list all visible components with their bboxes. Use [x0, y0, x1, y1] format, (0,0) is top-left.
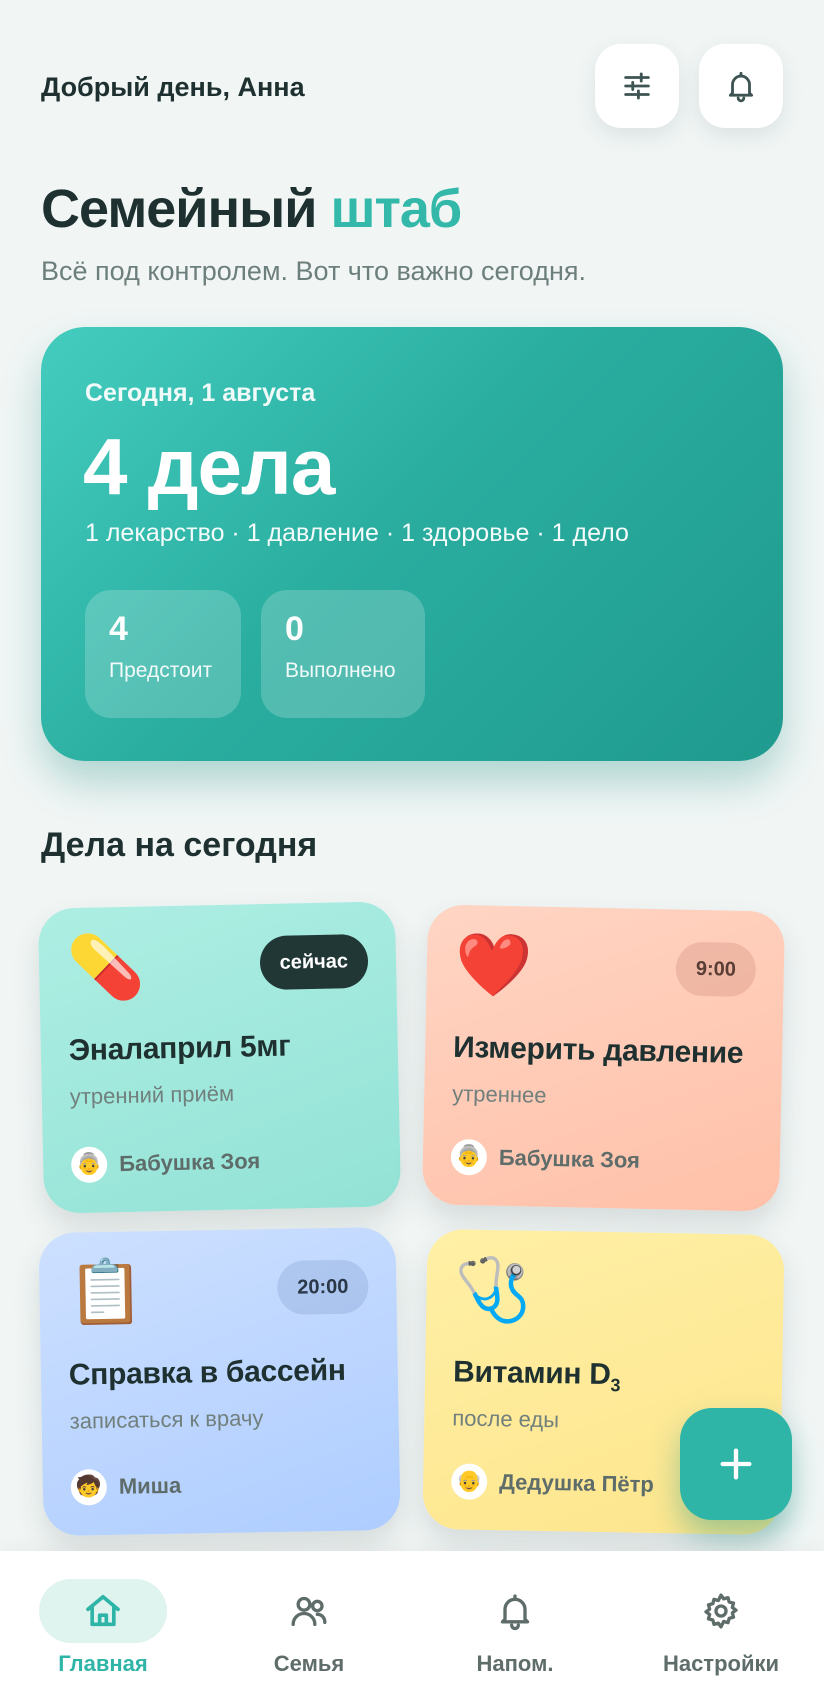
family-icon — [291, 1596, 327, 1626]
task-title: Эналаприл 5мг — [68, 1029, 291, 1068]
stat-done[interactable]: 0 Выполнено — [261, 590, 425, 718]
avatar: 👵 — [70, 1146, 108, 1184]
title-main: Семейный — [41, 179, 317, 239]
nav-label: Семья — [273, 1651, 345, 1676]
stat-label: Выполнено — [285, 659, 396, 682]
nav-label: Настройки — [662, 1651, 780, 1676]
task-title: Витамин D3 — [453, 1355, 621, 1396]
clipboard-icon: 📋 — [66, 1257, 146, 1328]
task-member: 👴 Дедушка Пётр — [450, 1463, 655, 1503]
nav-item-family[interactable]: Семья — [206, 1551, 412, 1688]
time-badge: 9:00 — [675, 941, 757, 998]
today-summary-card[interactable]: Сегодня, 1 августа 4 дела 1 лекарство · … — [41, 327, 783, 761]
task-subtitle: записаться к врачу — [69, 1405, 264, 1434]
nav-item-reminders[interactable]: Напом. — [412, 1551, 618, 1688]
task-title-text: Витамин D — [452, 1355, 611, 1392]
notifications-button[interactable] — [699, 44, 783, 128]
stat-upcoming[interactable]: 4 Предстоит — [85, 590, 241, 718]
nav-item-settings[interactable]: Настройки — [618, 1551, 824, 1688]
stat-value: 4 — [109, 610, 128, 648]
heart-icon: ❤️ — [454, 930, 533, 1002]
task-card[interactable]: ❤️ 9:00 Измерить давление утреннее 👵 Баб… — [421, 904, 786, 1212]
nav-icon-container — [451, 1579, 579, 1643]
nav-item-home[interactable]: Главная — [0, 1551, 206, 1688]
avatar: 👴 — [450, 1463, 488, 1500]
task-subtitle: утреннее — [451, 1080, 547, 1108]
greeting: Добрый день, Анна — [41, 72, 305, 102]
plus-icon — [720, 1448, 752, 1480]
summary-date: Сегодня, 1 августа — [85, 379, 316, 407]
bottom-nav: Главная Семья Напом. Настройки — [0, 1551, 824, 1688]
task-title: Измерить давление — [452, 1030, 744, 1070]
time-badge: сейчас — [259, 933, 369, 991]
task-subtitle: после еды — [452, 1405, 560, 1433]
member-name: Дедушка Пётр — [499, 1469, 655, 1497]
section-title: Дела на сегодня — [41, 826, 318, 864]
stethoscope-icon: 🩺 — [453, 1255, 533, 1326]
summary-breakdown: 1 лекарство · 1 давление · 1 здоровье · … — [85, 519, 629, 547]
nav-label: Главная — [58, 1651, 148, 1676]
nav-icon-container — [245, 1579, 373, 1643]
sliders-icon — [624, 72, 650, 100]
bell-icon — [728, 71, 754, 103]
avatar: 🧒 — [70, 1468, 108, 1506]
top-bar: Добрый день, Анна — [41, 44, 783, 128]
task-subtitle: утренний приём — [69, 1080, 235, 1110]
member-name: Бабушка Зоя — [498, 1144, 641, 1173]
avatar: 👵 — [450, 1138, 488, 1176]
task-member: 🧒 Миша — [70, 1468, 182, 1506]
pill-icon: 💊 — [66, 932, 146, 1004]
task-title-subscript: 3 — [610, 1375, 621, 1396]
filters-button[interactable] — [595, 44, 679, 128]
task-title: Справка в бассейн — [68, 1353, 346, 1392]
task-card[interactable]: 💊 сейчас Эналаприл 5мг утренний приём 👵 … — [37, 901, 402, 1214]
page-subtitle: Всё под контролем. Вот что важно сегодня… — [41, 256, 586, 286]
summary-count: 4 дела — [83, 422, 335, 511]
home-icon — [86, 1595, 120, 1627]
member-name: Бабушка Зоя — [118, 1148, 261, 1177]
bell-icon — [500, 1594, 530, 1631]
nav-icon-container — [39, 1579, 167, 1643]
gear-icon — [704, 1593, 738, 1629]
member-name: Миша — [118, 1472, 182, 1499]
title-accent: штаб — [330, 179, 462, 239]
add-task-button[interactable] — [680, 1408, 792, 1520]
task-member: 👵 Бабушка Зоя — [70, 1143, 261, 1184]
stat-value: 0 — [285, 610, 304, 648]
time-badge: 20:00 — [276, 1259, 369, 1315]
nav-label: Напом. — [476, 1651, 554, 1676]
task-member: 👵 Бабушка Зоя — [450, 1138, 641, 1179]
nav-icon-container — [657, 1579, 785, 1643]
task-card[interactable]: 📋 20:00 Справка в бассейн записаться к в… — [38, 1226, 401, 1537]
page-title: Семейный штаб — [41, 178, 462, 240]
stat-label: Предстоит — [109, 659, 213, 682]
